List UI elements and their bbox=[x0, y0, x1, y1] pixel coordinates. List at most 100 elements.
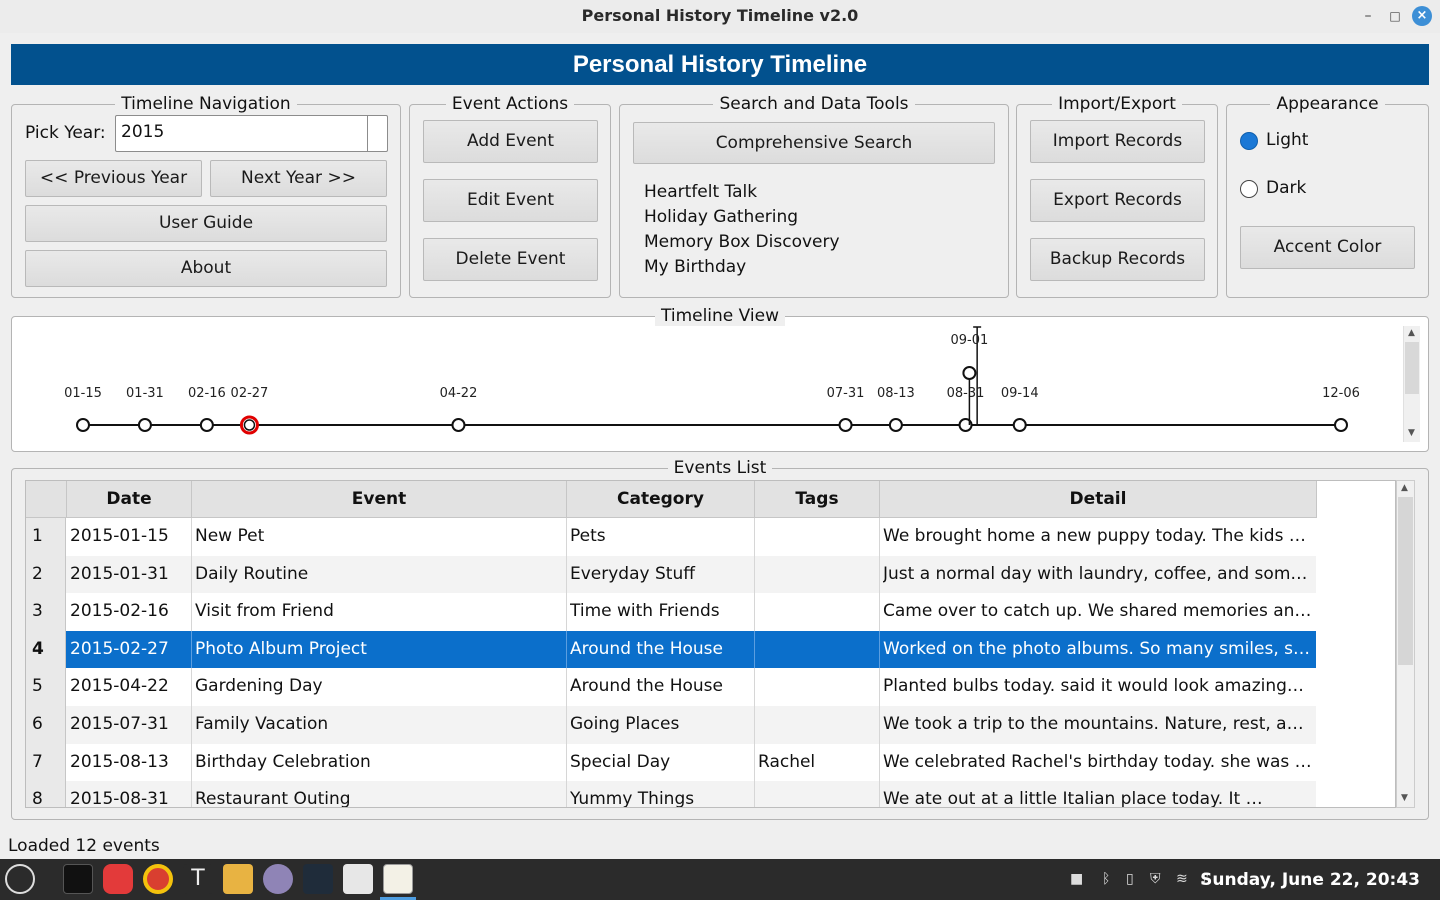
light-radio[interactable] bbox=[1240, 132, 1258, 150]
search-result-item[interactable]: Heartfelt Talk bbox=[644, 182, 757, 202]
cell-event[interactable]: Visit from Friend bbox=[195, 593, 565, 631]
cell-date[interactable]: 2015-04-22 bbox=[70, 668, 190, 706]
minimize-button[interactable]: – bbox=[1358, 6, 1378, 26]
camera-icon[interactable] bbox=[263, 864, 293, 894]
cell-detail[interactable]: Came over to catch up. We shared memorie… bbox=[883, 593, 1313, 631]
table-scrollbar[interactable]: ▲ ▼ bbox=[1396, 480, 1415, 808]
timeline-event-marker[interactable] bbox=[1334, 418, 1348, 432]
cell-detail[interactable]: Planted bulbs today. said it would look … bbox=[883, 668, 1313, 706]
timeline-event-marker[interactable] bbox=[838, 418, 853, 432]
search-result-item[interactable]: Holiday Gathering bbox=[644, 207, 798, 227]
terminal-icon[interactable] bbox=[63, 864, 93, 894]
video-icon[interactable]: ■ bbox=[1070, 871, 1083, 887]
scroll-thumb[interactable] bbox=[1405, 342, 1419, 394]
timeline-event-marker[interactable] bbox=[1012, 418, 1027, 432]
shield-icon[interactable]: ⛨ bbox=[1150, 871, 1161, 887]
cell-detail[interactable]: We brought home a new puppy today. The k… bbox=[883, 518, 1313, 556]
timeline-event-marker[interactable] bbox=[76, 418, 90, 432]
cell-tags[interactable] bbox=[758, 668, 878, 706]
cell-category[interactable]: Time with Friends bbox=[570, 593, 753, 631]
cell-category[interactable]: Pets bbox=[570, 518, 753, 556]
row-number[interactable]: 1 bbox=[26, 518, 66, 556]
cell-detail[interactable]: Worked on the photo albums. So many smil… bbox=[883, 631, 1313, 669]
row-number[interactable]: 8 bbox=[26, 781, 66, 807]
timeline-app-icon[interactable] bbox=[383, 864, 413, 894]
column-header-event[interactable]: Event bbox=[192, 481, 567, 518]
table-row[interactable]: 6 2015-07-31 Family Vacation Going Places We… bbox=[26, 706, 1316, 744]
scroll-down-arrow-icon[interactable]: ▼ bbox=[1401, 793, 1408, 803]
cell-date[interactable]: 2015-02-16 bbox=[70, 593, 190, 631]
import-records-button[interactable]: Import Records bbox=[1030, 120, 1205, 163]
table-row[interactable]: 4 2015-02-27 Photo Album Project Around the… bbox=[26, 630, 1316, 669]
timeline-scrollbar[interactable]: ▲ ▼ bbox=[1403, 326, 1420, 442]
kvantum-icon[interactable] bbox=[303, 864, 333, 894]
delete-event-button[interactable]: Delete Event bbox=[423, 238, 598, 281]
row-number[interactable]: 5 bbox=[26, 668, 66, 706]
next-year-button[interactable]: Next Year >> bbox=[210, 160, 387, 197]
cell-date[interactable]: 2015-02-27 bbox=[70, 631, 190, 669]
column-header-detail[interactable]: Detail bbox=[880, 481, 1317, 518]
files-icon[interactable] bbox=[223, 864, 253, 894]
cell-category[interactable]: Around the House bbox=[570, 631, 753, 669]
scroll-down-arrow-icon[interactable]: ▼ bbox=[1408, 428, 1415, 438]
cell-tags[interactable] bbox=[758, 706, 878, 744]
scroll-up-arrow-icon[interactable]: ▲ bbox=[1401, 483, 1408, 493]
scroll-thumb[interactable] bbox=[1398, 497, 1413, 665]
cell-event[interactable]: Daily Routine bbox=[195, 556, 565, 594]
about-button[interactable]: About bbox=[25, 250, 387, 287]
timeline-event-marker[interactable] bbox=[962, 366, 977, 380]
table-row[interactable]: 1 2015-01-15 New Pet Pets We brought home a … bbox=[26, 518, 1316, 556]
timeline-canvas[interactable]: 01-15 01-31 02-16 02-27 04-22 07-31 08-13 08-31… bbox=[12, 317, 1402, 449]
cell-detail[interactable]: We ate out at a little Italian place tod… bbox=[883, 781, 1313, 807]
cell-event[interactable]: Photo Album Project bbox=[195, 631, 565, 669]
accent-color-button[interactable]: Accent Color bbox=[1240, 226, 1415, 269]
chrome-icon[interactable] bbox=[143, 864, 173, 894]
timeline-event-marker[interactable] bbox=[451, 418, 466, 432]
cell-date[interactable]: 2015-07-31 bbox=[70, 706, 190, 744]
comprehensive-search-button[interactable]: Comprehensive Search bbox=[633, 122, 995, 164]
previous-year-button[interactable]: << Previous Year bbox=[25, 160, 202, 197]
cell-detail[interactable]: We celebrated Rachel's birthday today. s… bbox=[883, 744, 1313, 782]
cell-detail[interactable]: Just a normal day with laundry, coffee, … bbox=[883, 556, 1313, 594]
vivaldi-icon[interactable] bbox=[103, 864, 133, 894]
timeline-event-marker[interactable] bbox=[137, 418, 152, 432]
events-table[interactable]: Date Event Category Tags Detail 1 2015-01… bbox=[25, 480, 1396, 808]
cell-date[interactable]: 2015-08-31 bbox=[70, 781, 190, 807]
cell-tags[interactable] bbox=[758, 631, 878, 669]
cell-event[interactable]: New Pet bbox=[195, 518, 565, 556]
cell-date[interactable]: 2015-01-15 bbox=[70, 518, 190, 556]
cell-tags[interactable] bbox=[758, 556, 878, 594]
wifi-icon[interactable]: ≋ bbox=[1176, 871, 1188, 887]
table-row[interactable]: 3 2015-02-16 Visit from Friend Time with Fr… bbox=[26, 593, 1316, 631]
edit-event-button[interactable]: Edit Event bbox=[423, 179, 598, 222]
row-number[interactable]: 3 bbox=[26, 593, 66, 631]
search-result-item[interactable]: My Birthday bbox=[644, 257, 746, 277]
menu-icon[interactable] bbox=[5, 864, 35, 894]
search-result-item[interactable]: Memory Box Discovery bbox=[644, 232, 840, 252]
column-header-category[interactable]: Category bbox=[567, 481, 755, 518]
bluetooth-icon[interactable]: ᛒ bbox=[1102, 871, 1110, 887]
clipboard-icon[interactable]: ▯ bbox=[1126, 871, 1134, 887]
maximize-button[interactable]: □ bbox=[1385, 6, 1405, 26]
year-spinbox[interactable]: 2015 bbox=[115, 115, 388, 152]
cell-tags[interactable] bbox=[758, 781, 878, 807]
table-row[interactable]: 7 2015-08-13 Birthday Celebration Special D… bbox=[26, 743, 1316, 782]
light-radio-label[interactable]: Light bbox=[1266, 130, 1308, 150]
row-number[interactable]: 2 bbox=[26, 555, 66, 594]
cell-event[interactable]: Family Vacation bbox=[195, 706, 565, 744]
user-guide-button[interactable]: User Guide bbox=[25, 205, 387, 242]
scroll-up-arrow-icon[interactable]: ▲ bbox=[1408, 328, 1415, 338]
cell-event[interactable]: Restaurant Outing bbox=[195, 781, 565, 807]
row-number[interactable]: 7 bbox=[26, 743, 66, 782]
spin-buttons[interactable] bbox=[367, 116, 387, 151]
timeline-event-marker[interactable] bbox=[888, 418, 903, 432]
cell-event[interactable]: Birthday Celebration bbox=[195, 744, 565, 782]
row-number[interactable]: 4 bbox=[26, 630, 66, 669]
dark-radio-label[interactable]: Dark bbox=[1266, 178, 1306, 198]
table-row[interactable]: 5 2015-04-22 Gardening Day Around the House… bbox=[26, 668, 1316, 706]
table-row[interactable]: 2 2015-01-31 Daily Routine Everyday Stuff Ju… bbox=[26, 555, 1316, 594]
cell-category[interactable]: Special Day bbox=[570, 744, 753, 782]
column-header-date[interactable]: Date bbox=[67, 481, 192, 518]
cell-tags[interactable]: Rachel bbox=[758, 744, 878, 782]
cell-date[interactable]: 2015-08-13 bbox=[70, 744, 190, 782]
